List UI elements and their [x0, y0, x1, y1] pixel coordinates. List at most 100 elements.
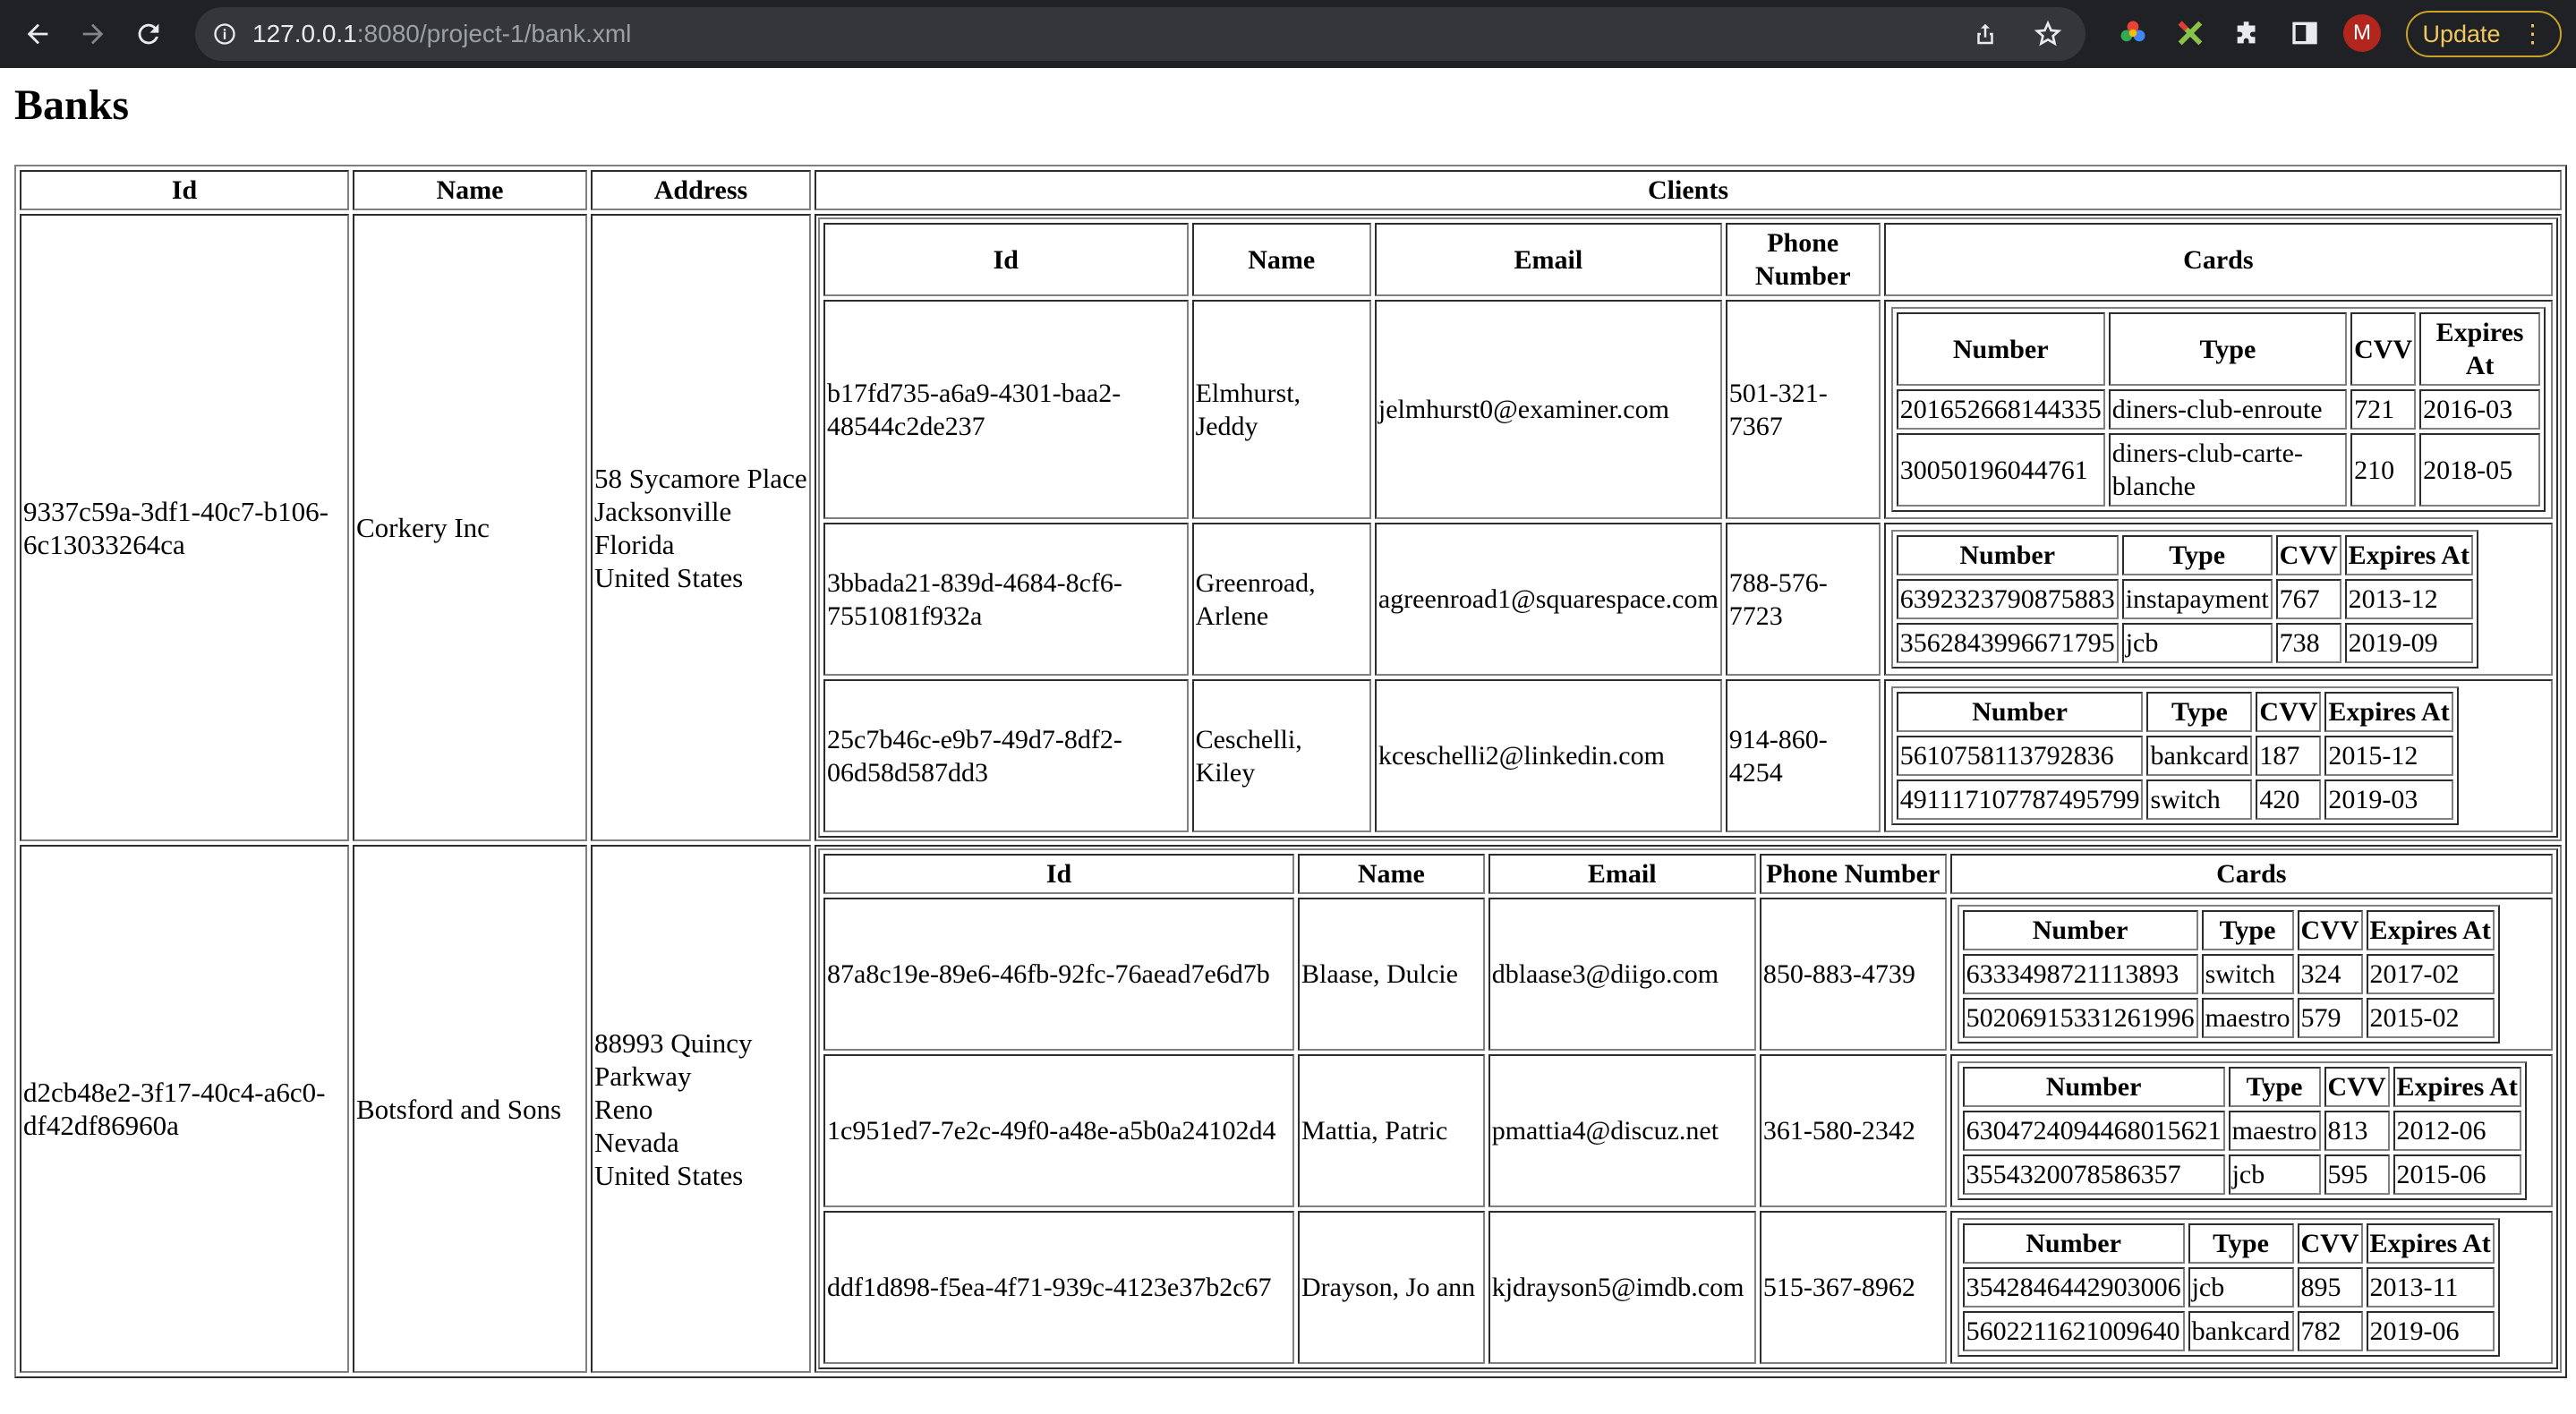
card-number: 6333498721113893	[1962, 954, 2198, 994]
client-col-header: Cards	[1883, 223, 2553, 296]
card-col-header: Expires At	[2344, 535, 2473, 575]
card-number: 6304724094468015621	[1962, 1111, 2225, 1151]
address-line: Florida	[594, 528, 675, 560]
client-id: 87a8c19e-89e6-46fb-92fc-76aead7e6d7b	[823, 898, 1294, 1051]
reload-icon[interactable]	[132, 18, 165, 50]
card-col-header: Number	[1962, 910, 2198, 950]
client-cards-cell: Number Type CVV Expires At 5610758113792836 b…	[1883, 679, 2553, 832]
card-type: jcb	[2121, 623, 2273, 663]
card-number: 5610758113792836	[1896, 736, 2144, 776]
site-info-icon[interactable]	[211, 21, 238, 47]
card-row: 491117107787495799 switch 420 2019-03	[1896, 779, 2453, 820]
card-cvv: 721	[2350, 389, 2417, 430]
cards-header-row: Number Type CVV Expires At	[1962, 1223, 2495, 1264]
card-col-header: Expires At	[2366, 910, 2495, 950]
clients-table: Id Name Email Phone Number Cards 87a8c19e-89e…	[818, 848, 2558, 1369]
card-number: 5602211621009640	[1962, 1311, 2185, 1351]
card-type: switch	[2201, 954, 2294, 994]
more-vertical-icon[interactable]: ⋮	[2521, 21, 2546, 47]
address-bar[interactable]: 127.0.0.1:8080/project-1/bank.xml	[195, 7, 2086, 61]
card-col-header: Number	[1896, 535, 2119, 575]
client-col-header: Phone Number	[1759, 854, 1947, 894]
client-row: 87a8c19e-89e6-46fb-92fc-76aead7e6d7b Blaa…	[823, 898, 2553, 1051]
card-col-header: Expires At	[2366, 1223, 2495, 1264]
card-type: bankcard	[2146, 736, 2253, 776]
client-id: b17fd735-a6a9-4301-baa2-48544c2de237	[823, 300, 1189, 519]
back-arrow-icon[interactable]	[21, 18, 54, 50]
client-phone: 361-580-2342	[1759, 1054, 1947, 1207]
card-expires: 2012-06	[2393, 1111, 2521, 1151]
client-email: dblaase3@diigo.com	[1488, 898, 1756, 1051]
card-cvv: 210	[2350, 433, 2417, 507]
client-col-header: Phone Number	[1725, 223, 1881, 296]
bank-id: d2cb48e2-3f17-40c4-a6c0-df42df86960a	[20, 845, 349, 1373]
card-col-header: Type	[2146, 692, 2253, 732]
card-expires: 2019-03	[2324, 779, 2453, 820]
card-row: 6333498721113893 switch 324 2017-02	[1962, 954, 2495, 994]
card-col-header: Number	[1962, 1067, 2225, 1107]
card-cvv: 420	[2256, 779, 2322, 820]
card-row: 5602211621009640 bankcard 782 2019-06	[1962, 1311, 2495, 1351]
client-row: 1c951ed7-7e2c-49f0-a48e-a5b0a24102d4 Matt…	[823, 1054, 2553, 1207]
bank-clients-cell: Id Name Email Phone Number Cards 87a8c19e-89e…	[815, 845, 2562, 1373]
card-col-header: CVV	[2324, 1067, 2390, 1107]
bookmark-star-icon[interactable]	[2032, 18, 2064, 50]
bank-name: Botsford and Sons	[353, 845, 587, 1373]
client-name: Mattia, Patric	[1298, 1054, 1485, 1207]
card-type: jcb	[2188, 1267, 2294, 1308]
cards-header-row: Number Type CVV Expires At	[1962, 910, 2495, 950]
banks-table: Id Name Address Clients 9337c59a-3df1-40…	[14, 165, 2567, 1378]
client-id: 1c951ed7-7e2c-49f0-a48e-a5b0a24102d4	[823, 1054, 1294, 1207]
card-col-header: Expires At	[2324, 692, 2453, 732]
client-email: kceschelli2@linkedin.com	[1374, 679, 1722, 832]
cards-table: Number Type CVV Expires At 63047240944680156…	[1957, 1061, 2527, 1200]
card-expires: 2013-12	[2344, 579, 2473, 619]
tools-extension-icon[interactable]	[2171, 14, 2209, 52]
card-type: switch	[2146, 779, 2253, 820]
card-cvv: 595	[2324, 1154, 2390, 1195]
card-col-header: Type	[2201, 910, 2294, 950]
card-expires: 2019-09	[2344, 623, 2473, 663]
url-path: :8080/project-1/bank.xml	[356, 20, 632, 47]
side-panel-icon[interactable]	[2286, 14, 2324, 52]
cards-table: Number Type CVV Expires At 6333498721113893 s…	[1957, 905, 2500, 1043]
bank-address: 58 Sycamore Place Jacksonville Florida Unit…	[591, 214, 811, 841]
client-phone: 501-321-7367	[1725, 300, 1881, 519]
client-row: 3bbada21-839d-4684-8cf6-7551081f932a Gree…	[823, 523, 2553, 676]
card-col-header: CVV	[2297, 910, 2363, 950]
card-type: bankcard	[2188, 1311, 2294, 1351]
client-cards-cell: Number Type CVV Expires At 6392323790875883 i…	[1883, 523, 2553, 676]
banks-header-row: Id Name Address Clients	[20, 170, 2562, 210]
card-col-header: Type	[2188, 1223, 2294, 1264]
forward-arrow-icon[interactable]	[77, 18, 109, 50]
color-wheel-extension-icon[interactable]	[2114, 14, 2152, 52]
client-phone: 850-883-4739	[1759, 898, 1947, 1051]
bank-id: 9337c59a-3df1-40c7-b106-6c13033264ca	[20, 214, 349, 841]
client-name: Blaase, Dulcie	[1298, 898, 1485, 1051]
card-expires: 2019-06	[2366, 1311, 2495, 1351]
client-email: kjdrayson5@imdb.com	[1488, 1211, 1756, 1364]
address-line: 58 Sycamore Place	[594, 462, 807, 494]
client-email: pmattia4@discuz.net	[1488, 1054, 1756, 1207]
profile-avatar[interactable]: M	[2343, 14, 2381, 52]
card-col-header: Expires At	[2393, 1067, 2521, 1107]
card-cvv: 782	[2297, 1311, 2363, 1351]
card-cvv: 895	[2297, 1267, 2363, 1308]
card-number: 3554320078586357	[1962, 1154, 2225, 1195]
card-expires: 2013-11	[2366, 1267, 2495, 1308]
card-col-header: Number	[1896, 312, 2105, 386]
clients-header-row: Id Name Email Phone Number Cards	[823, 854, 2553, 894]
address-line: 88993 Quincy Parkway	[594, 1026, 753, 1092]
card-number: 6392323790875883	[1896, 579, 2119, 619]
card-row: 201652668144335 diners-club-enroute 721 201…	[1896, 389, 2540, 430]
card-col-header: Type	[2108, 312, 2348, 386]
card-row: 6304724094468015621 maestro 813 2012-06	[1962, 1111, 2521, 1151]
cards-header-row: Number Type CVV Expires At	[1896, 535, 2473, 575]
update-button[interactable]: Update ⋮	[2406, 11, 2562, 57]
share-icon[interactable]	[1969, 18, 2001, 50]
card-col-header: CVV	[2275, 535, 2341, 575]
card-col-header: CVV	[2350, 312, 2417, 386]
puzzle-extensions-icon[interactable]	[2229, 14, 2266, 52]
card-expires: 2016-03	[2419, 389, 2540, 430]
card-row: 3542846442903006 jcb 895 2013-11	[1962, 1267, 2495, 1308]
